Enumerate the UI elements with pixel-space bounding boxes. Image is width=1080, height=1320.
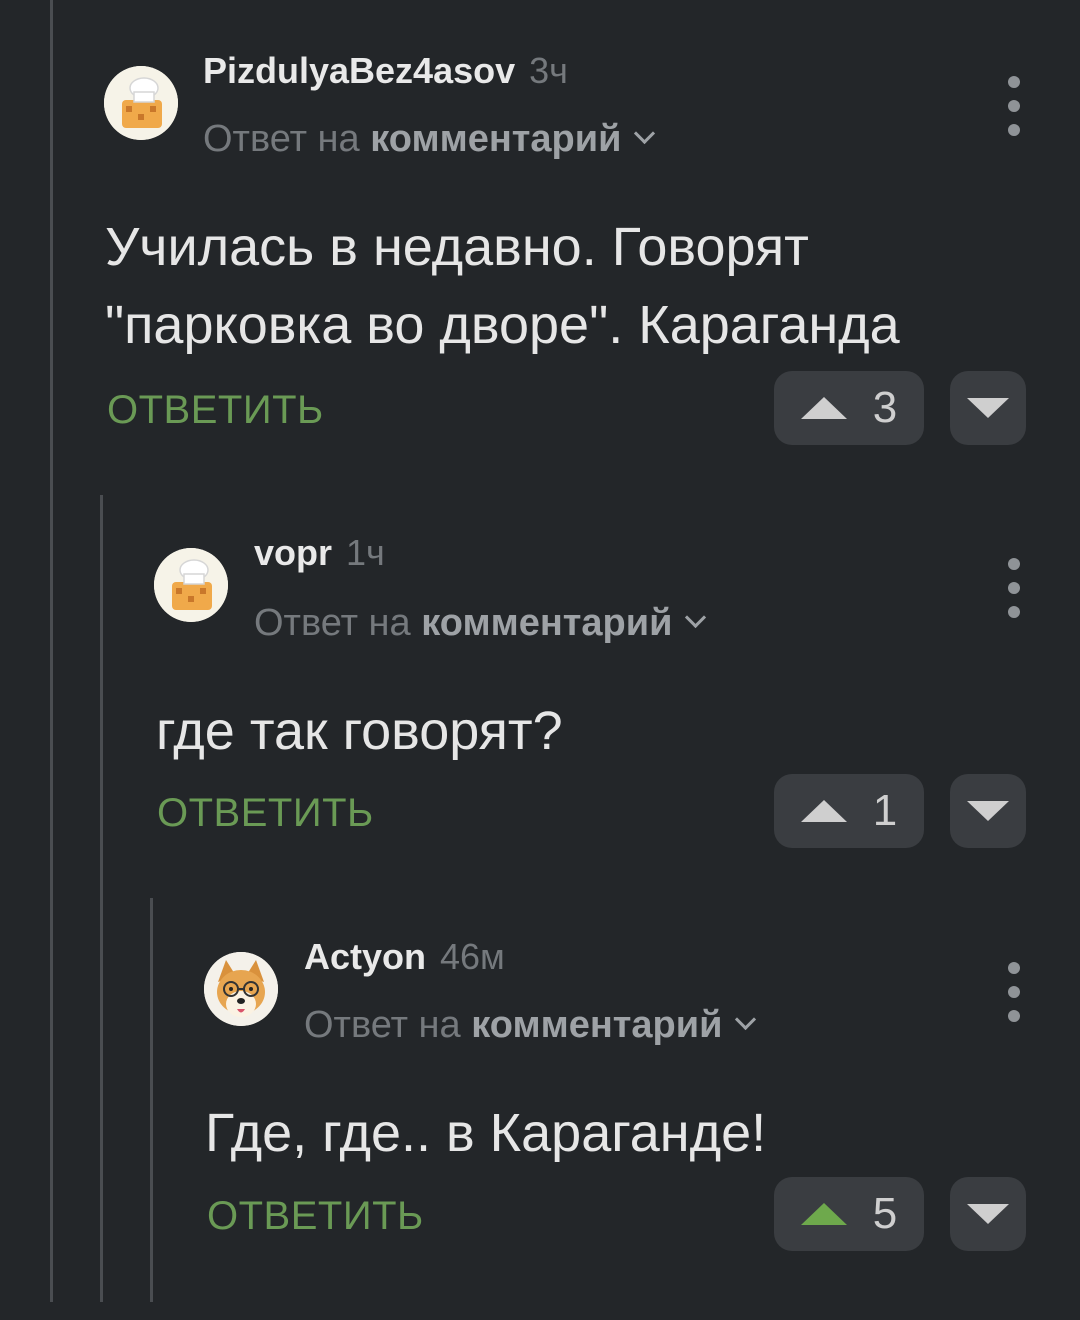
score: 5: [872, 1189, 898, 1238]
reply-to-target[interactable]: комментарий: [370, 118, 621, 160]
upvote-button[interactable]: 1: [774, 774, 924, 848]
chef-hat-avatar-icon[interactable]: [104, 66, 178, 140]
reply-button[interactable]: ОТВЕТИТЬ: [207, 1194, 424, 1239]
comment-text-line: Где, где.. в Караганде!: [205, 1103, 767, 1163]
thread-line-level-3: [150, 898, 153, 1302]
downvote-arrow-icon: [967, 1204, 1009, 1224]
downvote-arrow-icon: [967, 801, 1009, 821]
downvote-arrow-icon: [967, 398, 1009, 418]
comment-text: Где, где.. в Караганде!: [205, 1094, 766, 1172]
chevron-down-icon[interactable]: [685, 606, 707, 629]
comment-text-line: "парковка во дворе". Караганда: [105, 295, 900, 355]
upvote-arrow-icon: [800, 397, 847, 419]
upvote-arrow-icon: [800, 800, 847, 822]
chevron-down-icon[interactable]: [634, 122, 656, 145]
thread-line-level-1: [50, 0, 53, 1302]
reply-to-target[interactable]: комментарий: [421, 602, 672, 644]
downvote-button[interactable]: [950, 371, 1026, 445]
score: 1: [872, 786, 898, 835]
reply-button[interactable]: ОТВЕТИТЬ: [107, 388, 324, 433]
chef-hat-avatar-icon[interactable]: [154, 548, 228, 622]
upvote-arrow-icon: [800, 1203, 847, 1225]
comment-author[interactable]: PizdulyaBez4asov 3ч: [203, 50, 568, 92]
comment-author[interactable]: vopr 1ч: [254, 532, 385, 574]
downvote-button[interactable]: [950, 1177, 1026, 1251]
comment-time: 1ч: [346, 532, 385, 573]
upvote-button[interactable]: 5: [774, 1177, 924, 1251]
reply-to-link[interactable]: Ответ на комментарий: [254, 602, 707, 645]
author-name[interactable]: PizdulyaBez4asov: [203, 50, 515, 91]
reply-button[interactable]: ОТВЕТИТЬ: [157, 791, 374, 836]
author-name[interactable]: vopr: [254, 532, 332, 573]
shiba-dog-avatar-icon[interactable]: [204, 952, 278, 1026]
comment-text-line: Училась в недавно. Говорят: [105, 217, 809, 277]
reply-to-prefix: Ответ на: [254, 602, 411, 644]
reply-to-target[interactable]: комментарий: [471, 1004, 722, 1046]
upvote-button[interactable]: 3: [774, 371, 924, 445]
comment-text: где так говорят?: [156, 692, 563, 770]
reply-to-link[interactable]: Ответ на комментарий: [203, 118, 656, 161]
score: 3: [872, 383, 898, 432]
reply-to-prefix: Ответ на: [203, 118, 360, 160]
comment-text: Училась в недавно. Говорят "парковка во …: [105, 208, 900, 364]
more-options-icon[interactable]: [1004, 76, 1024, 136]
downvote-button[interactable]: [950, 774, 1026, 848]
thread-line-level-2: [100, 495, 103, 1302]
more-options-icon[interactable]: [1004, 962, 1024, 1022]
comment-time: 3ч: [529, 50, 568, 91]
more-options-icon[interactable]: [1004, 558, 1024, 618]
comment-time: 46м: [440, 936, 505, 977]
chevron-down-icon[interactable]: [735, 1008, 757, 1031]
reply-to-link[interactable]: Ответ на комментарий: [304, 1004, 757, 1047]
comment-author[interactable]: Actyon 46м: [304, 936, 505, 978]
author-name[interactable]: Actyon: [304, 936, 426, 977]
comment-text-line: где так говорят?: [156, 701, 563, 761]
reply-to-prefix: Ответ на: [304, 1004, 461, 1046]
